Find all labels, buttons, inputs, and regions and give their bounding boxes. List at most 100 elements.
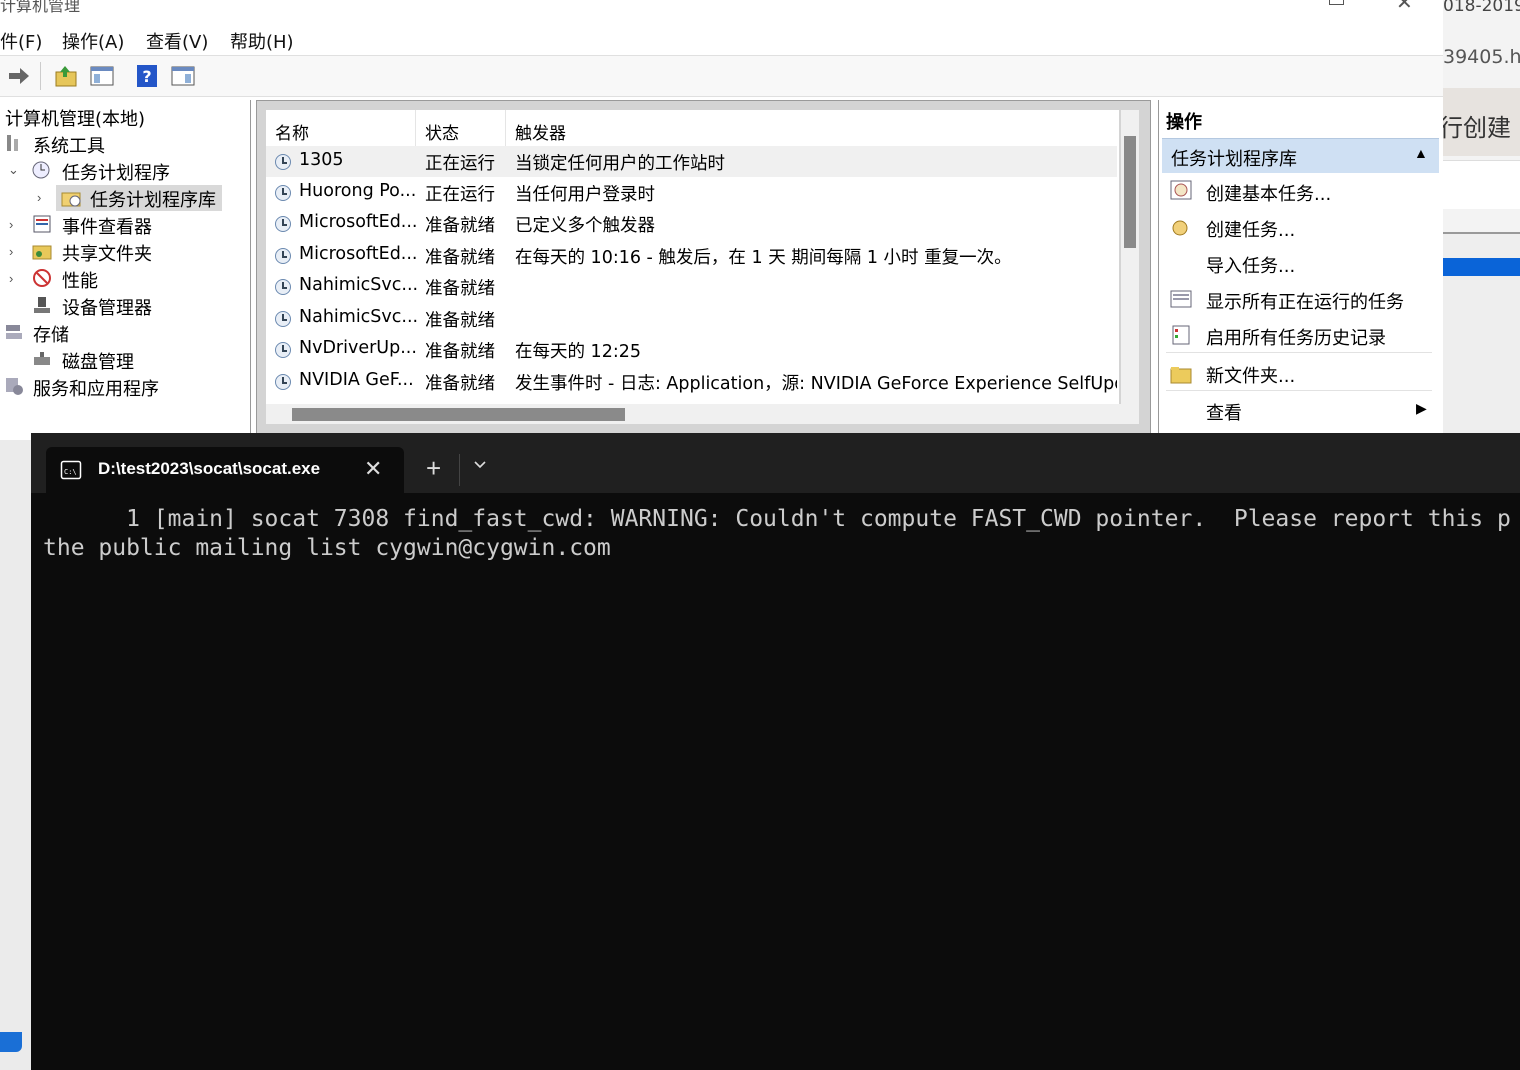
task-library-folder-icon xyxy=(61,192,81,207)
column-header-status[interactable]: 状态 xyxy=(425,119,459,144)
task-row[interactable]: 1305 正在运行 当锁定任何用户的工作站时 xyxy=(266,146,1117,177)
terminal-app-icon: C:\ xyxy=(60,460,82,480)
task-trigger: 已定义多个触发器 xyxy=(515,216,655,236)
close-tab-icon[interactable]: ✕ xyxy=(364,456,382,482)
expanded-chevron-icon[interactable]: ⌄ xyxy=(8,162,19,178)
task-row[interactable]: Huorong Po... 正在运行 当任何用户登录时 xyxy=(266,177,1117,208)
create-basic-task-icon xyxy=(1170,180,1192,200)
task-trigger: 在每天的 12:25 xyxy=(515,342,641,362)
show-hide-console-tree-icon[interactable] xyxy=(89,63,115,89)
forward-arrow-icon[interactable] xyxy=(6,63,32,89)
display-running-tasks-icon xyxy=(1170,290,1192,308)
tree-system-tools[interactable]: 系统工具 xyxy=(33,132,105,158)
background-tab-text: 018-2019- xyxy=(1443,0,1520,16)
tree-services-applications[interactable]: 服务和应用程序 xyxy=(33,375,159,401)
task-row[interactable]: NVIDIA GeF... 准备就绪 发生事件时 - 日志: Applicati… xyxy=(266,366,1117,397)
tree-event-viewer[interactable]: 事件查看器 xyxy=(62,213,152,239)
event-viewer-icon xyxy=(33,215,51,233)
task-name: NahimicSvc... xyxy=(299,307,419,327)
help-icon[interactable]: ? xyxy=(134,63,160,89)
task-row[interactable]: NahimicSvc... 准备就绪 xyxy=(266,303,1117,334)
task-list: 名称 状态 触发器 1305 正在运行 当锁定任何用户的工作站时 Huorong… xyxy=(266,110,1119,404)
computer-management-window: 计算机管理 ✕ 件(F) 操作(A) 查看(V) 帮助(H) ? 计算机管理(本… xyxy=(0,0,1443,440)
task-name: 1305 xyxy=(299,150,344,170)
background-blue-element xyxy=(0,1032,22,1052)
tree-performance[interactable]: 性能 xyxy=(62,267,98,293)
show-hide-action-pane-icon[interactable] xyxy=(170,63,196,89)
tab-separator xyxy=(459,454,460,486)
menu-action[interactable]: 操作(A) xyxy=(62,28,124,54)
task-name: NvDriverUp... xyxy=(299,338,417,358)
column-divider[interactable] xyxy=(415,110,416,146)
task-trigger: 当锁定任何用户的工作站时 xyxy=(515,154,725,174)
task-clock-icon xyxy=(275,154,291,170)
column-header-trigger[interactable]: 触发器 xyxy=(515,119,566,144)
horizontal-scroll-thumb[interactable] xyxy=(292,408,625,421)
task-row[interactable]: NahimicSvc... 准备就绪 xyxy=(266,271,1117,302)
tree-task-scheduler[interactable]: 任务计划程序 xyxy=(62,159,170,185)
new-tab-plus-icon[interactable]: + xyxy=(426,453,441,484)
tree-storage[interactable]: 存储 xyxy=(33,321,69,347)
action-new-folder[interactable]: 新文件夹... xyxy=(1206,362,1295,388)
terminal-tab-title: D:\test2023\socat\socat.exe xyxy=(98,459,321,478)
menu-file[interactable]: 件(F) xyxy=(0,28,42,54)
task-status: 准备就绪 xyxy=(425,216,495,236)
svg-text:?: ? xyxy=(142,67,151,86)
action-display-running-tasks[interactable]: 显示所有正在运行的任务 xyxy=(1206,288,1404,314)
actions-separator xyxy=(1166,352,1432,353)
background-heading-text: 行创建 xyxy=(1443,114,1511,142)
action-create-task[interactable]: 创建任务... xyxy=(1206,216,1295,242)
actions-separator xyxy=(1166,390,1432,391)
task-row[interactable]: NvDriverUp... 准备就绪 在每天的 12:25 xyxy=(266,334,1117,365)
task-clock-icon xyxy=(275,311,291,327)
tree-device-manager[interactable]: 设备管理器 xyxy=(62,294,152,320)
menu-help[interactable]: 帮助(H) xyxy=(230,28,294,54)
collapse-up-icon[interactable]: ▲ xyxy=(1414,145,1428,161)
tree-task-scheduler-library[interactable]: 任务计划程序库 xyxy=(90,186,216,212)
shared-folders-icon xyxy=(32,245,52,260)
tree-disk-management[interactable]: 磁盘管理 xyxy=(62,348,134,374)
task-name: NahimicSvc... xyxy=(299,275,419,295)
task-name: NVIDIA GeF... xyxy=(299,370,414,390)
background-heading-panel: 行创建 xyxy=(1443,88,1520,156)
up-folder-icon[interactable] xyxy=(53,63,79,89)
services-applications-icon xyxy=(6,378,23,395)
collapsed-chevron-icon[interactable]: › xyxy=(9,217,13,232)
list-header: 名称 状态 触发器 xyxy=(266,110,1117,147)
task-clock-icon xyxy=(275,374,291,390)
task-row[interactable]: MicrosoftEd... 准备就绪 已定义多个触发器 xyxy=(266,208,1117,239)
console-tree: 计算机管理(本地) 系统工具 ⌄ 任务计划程序 › 任务计划程序库 › 事件查看… xyxy=(0,100,251,440)
menu-view[interactable]: 查看(V) xyxy=(146,28,208,54)
collapsed-chevron-icon[interactable]: › xyxy=(9,244,13,259)
terminal-output[interactable]: 1 [main] socat 7308 find_fast_cwd: WARNI… xyxy=(43,505,1511,563)
task-trigger: 发生事件时 - 日志: Application，源: NVIDIA GeForc… xyxy=(515,374,1117,394)
column-header-name[interactable]: 名称 xyxy=(275,119,309,144)
task-row[interactable]: MicrosoftEd... 准备就绪 在每天的 10:16 - 触发后，在 1… xyxy=(266,240,1117,271)
tree-shared-folders[interactable]: 共享文件夹 xyxy=(62,240,152,266)
terminal-line: the public mailing list cygwin@cygwin.co… xyxy=(43,535,611,561)
tree-computer-management[interactable]: 计算机管理(本地) xyxy=(5,105,145,131)
collapsed-chevron-icon[interactable]: › xyxy=(9,271,13,286)
task-status: 准备就绪 xyxy=(425,374,495,394)
task-clock-icon xyxy=(275,248,291,264)
action-import-task[interactable]: 导入任务... xyxy=(1206,252,1295,278)
action-create-basic-task[interactable]: 创建基本任务... xyxy=(1206,180,1331,206)
disk-management-icon xyxy=(34,352,50,365)
close-button[interactable]: ✕ xyxy=(1396,0,1413,15)
action-enable-all-history[interactable]: 启用所有任务历史记录 xyxy=(1206,324,1386,350)
background-url-text: 39405.ht xyxy=(1443,46,1520,68)
submenu-arrow-icon[interactable]: ▶ xyxy=(1416,400,1427,417)
system-tools-icon xyxy=(7,135,18,151)
tab-dropdown-chevron-icon[interactable] xyxy=(472,456,488,472)
storage-icon xyxy=(6,325,22,339)
actions-section-header[interactable]: 任务计划程序库 ▲ xyxy=(1162,138,1439,173)
column-divider[interactable] xyxy=(505,110,506,146)
vertical-scroll-thumb[interactable] xyxy=(1124,136,1136,248)
action-view[interactable]: 查看 xyxy=(1206,399,1242,425)
toolbar: ? xyxy=(0,55,1443,97)
collapsed-chevron-icon[interactable]: › xyxy=(37,190,41,205)
maximize-button[interactable] xyxy=(1329,0,1344,5)
task-clock-icon xyxy=(275,216,291,232)
background-selected-row xyxy=(1443,258,1520,276)
task-name: Huorong Po... xyxy=(299,181,417,201)
